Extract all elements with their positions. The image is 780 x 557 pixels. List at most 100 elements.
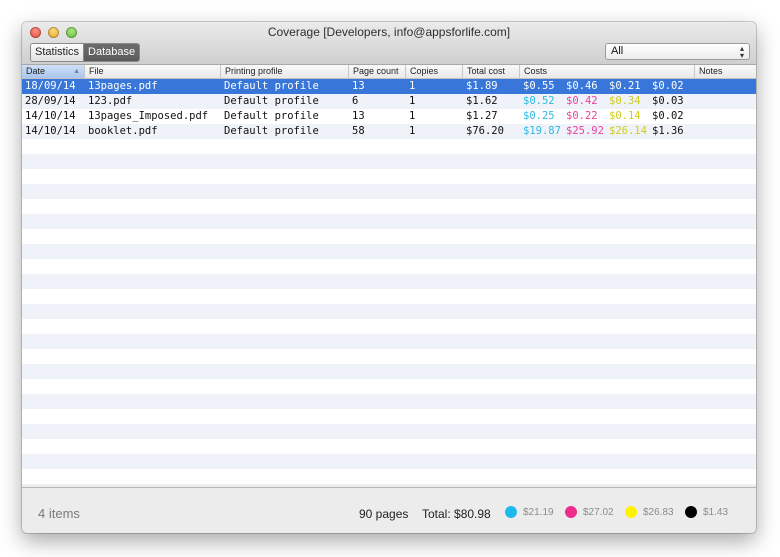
empty-table-row	[22, 154, 756, 169]
empty-table-row	[22, 349, 756, 364]
column-header-label: Page count	[353, 66, 399, 76]
ink-amount: $1.43	[703, 506, 729, 518]
empty-table-row	[22, 289, 756, 304]
cost-yellow: $0.34	[609, 95, 641, 107]
ink-amount: $26.83	[643, 506, 674, 518]
table-header: Date ▲ File Printing profile Page count …	[22, 65, 756, 79]
cost-magenta: $0.22	[566, 110, 598, 122]
column-header-label: Date	[26, 66, 46, 76]
empty-table-row	[22, 274, 756, 289]
cell-printing-profile: Default profile	[224, 95, 319, 107]
ink-total-magenta: $27.02	[565, 506, 614, 518]
cell-total-cost: $76.20	[466, 125, 504, 137]
column-header-label: Copies	[410, 66, 439, 76]
cell-printing-profile: Default profile	[224, 80, 319, 92]
cost-magenta: $0.46	[566, 80, 598, 92]
cost-yellow: $0.21	[609, 80, 641, 92]
empty-table-row	[22, 199, 756, 214]
pages-total: 90 pages	[359, 507, 409, 521]
column-header-copies[interactable]: Copies	[406, 65, 463, 78]
ink-amount: $21.19	[523, 506, 554, 518]
cell-notes[interactable]	[695, 79, 756, 94]
column-header-date[interactable]: Date ▲	[22, 65, 85, 78]
table-row[interactable]: 14/10/14 13pages_Imposed.pdf Default profi…	[22, 109, 756, 124]
cell-costs: $0.52 $0.42 $0.34 $0.03	[520, 94, 695, 109]
column-header-label: Printing profile	[225, 66, 283, 76]
empty-table-row	[22, 229, 756, 244]
cell-notes[interactable]	[695, 94, 756, 109]
empty-table-row	[22, 379, 756, 394]
cell-copies: 1	[409, 95, 416, 107]
items-count: 4 items	[38, 506, 80, 521]
column-header-printing-profile[interactable]: Printing profile	[221, 65, 349, 78]
title-bar: Coverage [Developers, info@appsforlife.c…	[22, 22, 756, 65]
cell-total-cost: $1.27	[466, 110, 498, 122]
cost-magenta: $25.92	[566, 125, 604, 137]
empty-table-row	[22, 334, 756, 349]
cyan-ink-icon	[505, 506, 517, 518]
column-header-file[interactable]: File	[85, 65, 221, 78]
table-row[interactable]: 18/09/14 13pages.pdf Default profile 13 1 $1.…	[22, 79, 756, 94]
cell-page-count: 13	[352, 80, 365, 92]
empty-table-row	[22, 469, 756, 484]
column-header-label: Total cost	[467, 66, 506, 76]
cell-file: 13pages.pdf	[88, 80, 158, 92]
cell-page-count: 58	[352, 125, 365, 137]
cell-date: 18/09/14	[25, 80, 76, 92]
column-header-page-count[interactable]: Page count	[349, 65, 406, 78]
cost-cyan: $19.87	[523, 125, 561, 137]
window-title: Coverage [Developers, info@appsforlife.c…	[267, 25, 511, 39]
magenta-ink-icon	[565, 506, 577, 518]
empty-table-row	[22, 409, 756, 424]
empty-table-row	[22, 394, 756, 409]
table-row[interactable]: 28/09/14 123.pdf Default profile 6 1 $1.62 $0.…	[22, 94, 756, 109]
cell-notes[interactable]	[695, 124, 756, 139]
cost-cyan: $0.52	[523, 95, 555, 107]
column-header-costs[interactable]: Costs	[520, 65, 695, 78]
cell-page-count: 13	[352, 110, 365, 122]
cell-date: 28/09/14	[25, 95, 76, 107]
cell-date: 14/10/14	[25, 110, 76, 122]
column-header-label: Costs	[524, 66, 548, 76]
cost-cyan: $0.55	[523, 80, 555, 92]
cost-yellow: $0.14	[609, 110, 641, 122]
cell-printing-profile: Default profile	[224, 125, 319, 137]
empty-table-row	[22, 244, 756, 259]
empty-table-row	[22, 424, 756, 439]
view-segmented-control: Statistics Database	[30, 43, 141, 62]
empty-table-row	[22, 169, 756, 184]
cell-costs: $0.55 $0.46 $0.21 $0.02	[520, 79, 695, 94]
updown-chevron-icon: ▴ ▾	[739, 44, 744, 60]
empty-table-row	[22, 364, 756, 379]
column-header-label: File	[89, 66, 104, 76]
cost-black: $0.02	[652, 110, 684, 122]
table-body: 18/09/14 13pages.pdf Default profile 13 1 $1.…	[22, 79, 756, 485]
column-header-total-cost[interactable]: Total cost	[463, 65, 520, 78]
empty-table-row	[22, 259, 756, 274]
cell-total-cost: $1.89	[466, 80, 498, 92]
black-ink-icon	[685, 506, 697, 518]
cell-date: 14/10/14	[25, 125, 76, 137]
column-header-label: Notes	[699, 66, 723, 76]
cost-black: $0.03	[652, 95, 684, 107]
cost-magenta: $0.42	[566, 95, 598, 107]
app-window: Coverage [Developers, info@appsforlife.c…	[22, 22, 756, 533]
cost-cyan: $0.25	[523, 110, 555, 122]
table-row[interactable]: 14/10/14 booklet.pdf Default profile 58 1 $76…	[22, 124, 756, 139]
cell-notes[interactable]	[695, 109, 756, 124]
ink-total-yellow: $26.83	[625, 506, 674, 518]
empty-table-row	[22, 484, 756, 485]
tab-database[interactable]: Database	[84, 44, 140, 61]
cost-black: $1.36	[652, 125, 684, 137]
cost-black: $0.02	[652, 80, 684, 92]
filter-select[interactable]: All ▴ ▾	[605, 43, 750, 60]
cell-copies: 1	[409, 125, 416, 137]
sort-ascending-icon: ▲	[73, 68, 80, 75]
column-header-notes[interactable]: Notes	[695, 65, 756, 78]
cell-copies: 1	[409, 80, 416, 92]
empty-table-row	[22, 454, 756, 469]
empty-table-row	[22, 184, 756, 199]
cell-page-count: 6	[352, 95, 359, 107]
ink-total-cyan: $21.19	[505, 506, 554, 518]
tab-statistics[interactable]: Statistics	[31, 44, 85, 61]
